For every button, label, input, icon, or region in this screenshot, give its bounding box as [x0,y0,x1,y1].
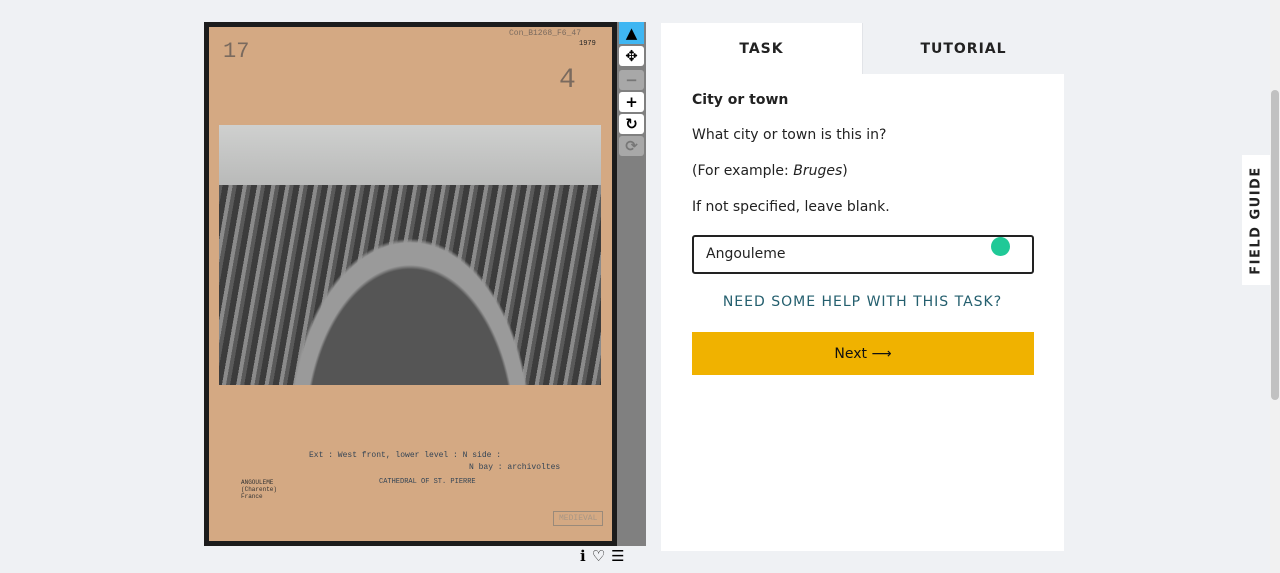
select-tool-icon[interactable]: ▲ [619,22,644,44]
tab-task[interactable]: TASK [661,23,862,74]
field-guide-label: FIELD GUIDE [1248,165,1264,275]
example-suffix: ) [842,163,848,179]
zoom-in-icon[interactable]: + [619,92,644,112]
task-example: (For example: Bruges) [692,163,1033,179]
caption-line-1: Ext : West front, lower level : N side : [309,451,502,460]
caption-line-2: N bay : archivoltes [469,463,561,472]
task-title: City or town [692,92,789,108]
stamp: MEDIEVAL [553,511,604,526]
scrollbar-thumb[interactable] [1271,90,1279,400]
plate-mark: 4 [559,65,576,96]
example-prefix: (For example: [692,163,794,179]
next-button[interactable]: Next ⟶ [692,332,1034,375]
move-tool-icon[interactable]: ✥ [619,46,644,66]
example-value: Bruges [793,163,843,179]
city-input-value: Angouleme [706,246,786,262]
help-link[interactable]: NEED SOME HELP WITH THIS TASK? [692,294,1033,310]
info-icon[interactable]: ℹ [580,547,586,565]
image-toolbar: ▲ ✥ − + ↻ ⟳ [617,22,646,546]
zoom-out-icon[interactable]: − [619,70,644,90]
catalog-number: Con_B1268_F6_47 [509,29,582,38]
tab-tutorial[interactable]: TUTORIAL [862,23,1064,74]
corner-mark: 17 [223,39,250,64]
subject-image: 17 Con_B1268_F6_47 1979 4 Ext : West fro… [209,27,612,541]
grammarly-icon[interactable] [991,237,1010,256]
caption-line-3: CATHEDRAL OF ST. PIERRE [379,478,476,486]
archivolt-photo [219,125,601,385]
heart-icon[interactable]: ♡ [592,547,605,565]
task-panel: TASK TUTORIAL City or town What city or … [661,23,1064,551]
year: 1979 [579,40,596,48]
reset-icon[interactable]: ⟳ [619,136,644,156]
subject-viewer[interactable]: 17 Con_B1268_F6_47 1979 4 Ext : West fro… [204,22,617,546]
subject-actions: ℹ ♡ ☰ [580,547,625,565]
rotate-icon[interactable]: ↻ [619,114,644,134]
collections-icon[interactable]: ☰ [611,547,624,565]
location-label: ANGOULEME (Charente) France [241,479,278,500]
city-input[interactable]: Angouleme [692,235,1034,274]
scrollbar[interactable] [1270,0,1280,573]
task-question: What city or town is this in? [692,127,887,143]
field-guide-button[interactable]: FIELD GUIDE [1242,155,1270,285]
task-note: If not specified, leave blank. [692,199,890,215]
